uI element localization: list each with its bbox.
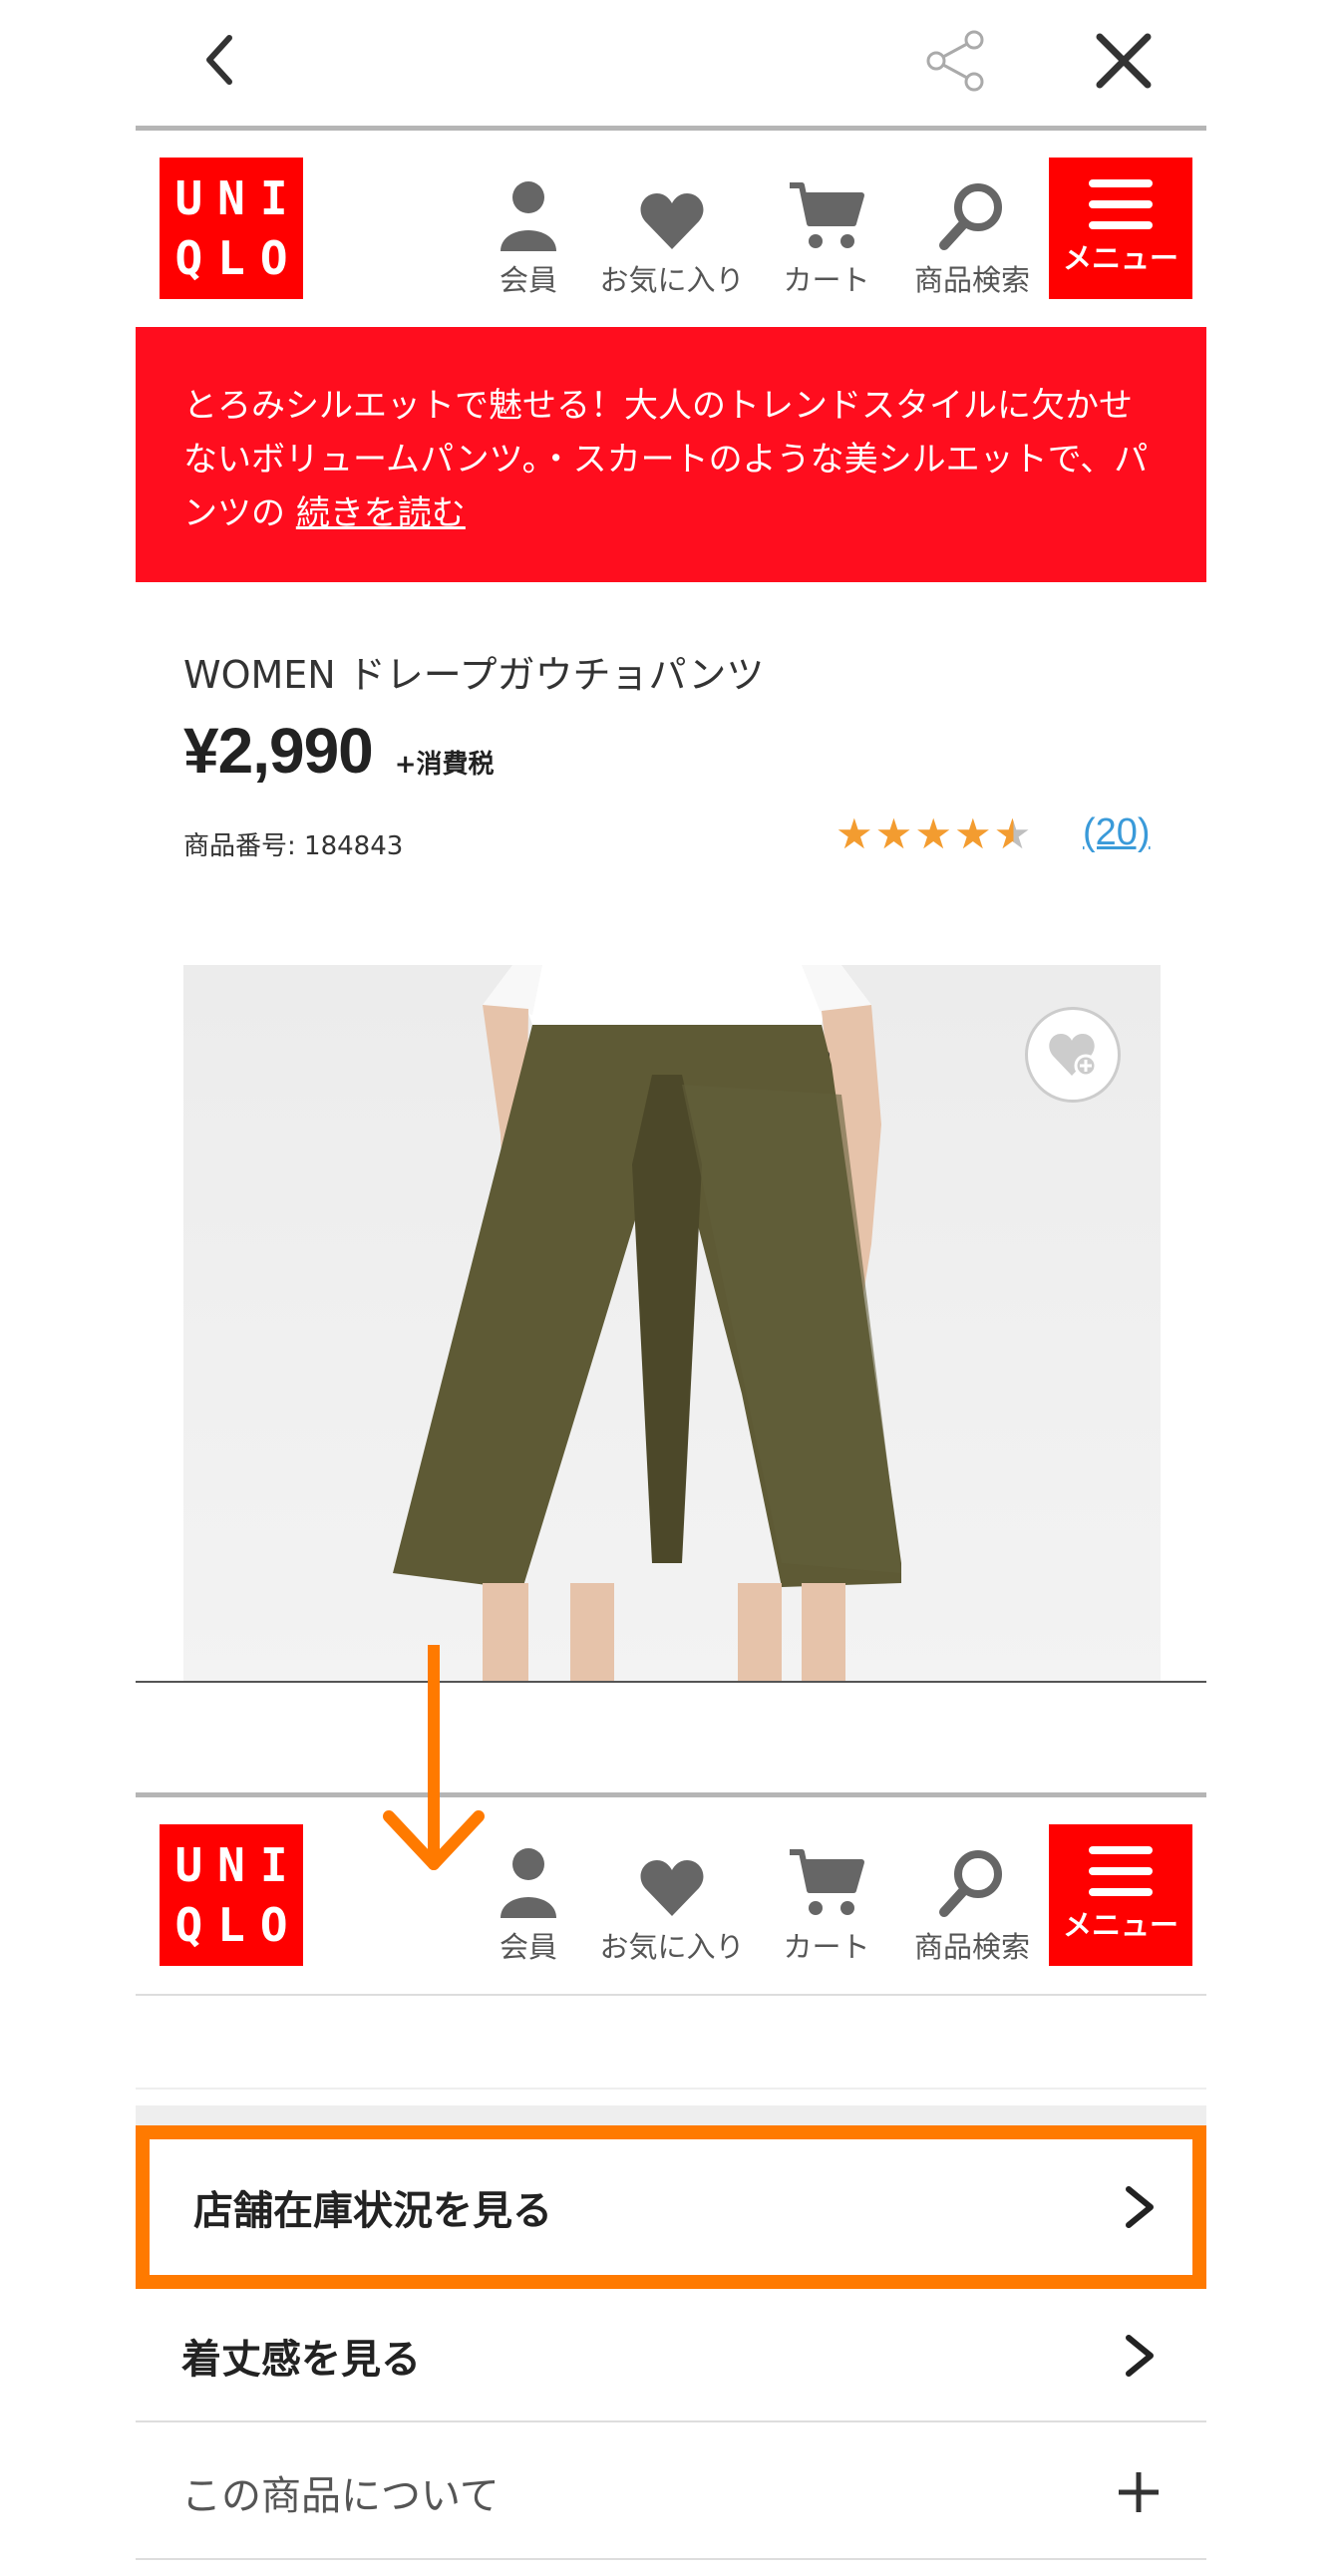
- section-gap: [136, 2105, 1206, 2125]
- logo-letter: Q: [174, 231, 203, 285]
- nav-search-label: 商品検索: [913, 263, 1030, 297]
- share-button[interactable]: [915, 24, 995, 98]
- tax-note: +消費税: [394, 750, 495, 780]
- search-icon: [939, 183, 1002, 250]
- nav-search[interactable]: 商品検索: [907, 169, 1037, 299]
- about-row[interactable]: この商品について: [136, 2422, 1206, 2562]
- nav-cart-label: カート: [783, 263, 870, 297]
- back-button[interactable]: [179, 20, 259, 100]
- about-label: この商品について: [181, 2473, 500, 2519]
- heart-plus-icon: [1049, 1034, 1098, 1078]
- chevron-right-icon: [1126, 2335, 1154, 2377]
- nav-cart-sticky[interactable]: カート: [772, 1836, 881, 1966]
- hamburger-icon: [1089, 179, 1153, 229]
- logo-letter: L: [217, 1898, 245, 1952]
- cart-icon: [790, 1849, 864, 1915]
- annotation-arrow-down-icon: [383, 1645, 485, 1870]
- nav-member-label: 会員: [499, 263, 557, 297]
- star-half-icon: ★: [993, 809, 1034, 858]
- uniqlo-logo[interactable]: U N I Q L O: [160, 158, 303, 299]
- store-stock-row[interactable]: 店舗在庫状況を見る: [136, 2125, 1206, 2289]
- nav-search-sticky[interactable]: 商品検索: [907, 1836, 1037, 1966]
- store-stock-label: 店舗在庫状況を見る: [193, 2188, 552, 2234]
- review-count-link[interactable]: (20): [1083, 811, 1192, 867]
- chevron-right-icon: [1126, 2186, 1154, 2228]
- close-button[interactable]: [1083, 22, 1165, 100]
- logo-letter: U: [174, 171, 203, 225]
- logo-letter: O: [259, 231, 288, 285]
- share-icon: [926, 30, 984, 92]
- heart-icon: [640, 193, 704, 249]
- divider: [136, 1994, 1206, 1996]
- product-title: WOMEN ドレープガウチョパンツ: [183, 653, 765, 697]
- search-icon: [939, 1850, 1002, 1917]
- logo-letter: U: [174, 1838, 203, 1892]
- logo-letter: Q: [174, 1898, 203, 1952]
- nav-member-label: 会員: [499, 1930, 557, 1964]
- product-image[interactable]: [183, 965, 1161, 1683]
- nav-favorites-sticky[interactable]: お気に入り: [592, 1836, 752, 1966]
- rating-stars: ★★★★★: [836, 809, 1075, 869]
- nav-search-label: 商品検索: [913, 1930, 1030, 1964]
- menu-label: メニュー: [1062, 1908, 1178, 1942]
- nav-member-sticky[interactable]: 会員: [489, 1836, 568, 1966]
- nav-favorites[interactable]: お気に入り: [592, 169, 752, 299]
- star-icon: ★: [953, 809, 994, 858]
- fit-row[interactable]: 着丈感を見る: [136, 2289, 1206, 2422]
- read-more-link[interactable]: 続きを読む: [296, 493, 466, 533]
- logo-letter: I: [259, 171, 288, 225]
- star-icon: ★: [836, 809, 875, 858]
- chevron-left-icon: [206, 35, 232, 85]
- logo-letter: N: [217, 1838, 245, 1892]
- nav-favorites-label: お気に入り: [599, 263, 745, 297]
- nav-cart[interactable]: カート: [772, 169, 881, 299]
- star-icon: ★: [914, 809, 954, 858]
- nav-favorites-label: お気に入り: [599, 1930, 745, 1964]
- header-divider: [136, 1792, 1206, 1797]
- logo-letter: L: [217, 231, 245, 285]
- product-photo: [393, 965, 901, 1683]
- divider: [136, 2088, 1206, 2090]
- product-code: 商品番号: 184843: [183, 831, 404, 861]
- fit-label: 着丈感を見る: [181, 2337, 421, 2383]
- divider: [136, 2558, 1206, 2560]
- close-icon: [1096, 33, 1152, 89]
- cart-icon: [790, 182, 864, 248]
- promo-banner: とろみシルエットで魅せる！大人のトレンドスタイルに欠かせないボリュームパンツ。・…: [136, 327, 1206, 582]
- heart-icon: [640, 1860, 704, 1916]
- product-price: ¥2,990: [183, 715, 374, 787]
- logo-letter: N: [217, 171, 245, 225]
- nav-member[interactable]: 会員: [489, 169, 568, 299]
- price-block: ¥2,990 +消費税: [183, 714, 881, 804]
- plus-icon: [1119, 2472, 1159, 2512]
- logo-letter: O: [259, 1898, 288, 1952]
- divider: [136, 1681, 1206, 1683]
- menu-label: メニュー: [1062, 241, 1178, 275]
- menu-button-sticky[interactable]: メニュー: [1049, 1824, 1192, 1966]
- hamburger-icon: [1089, 1846, 1153, 1896]
- logo-letter: I: [259, 1838, 288, 1892]
- add-favorite-button[interactable]: [1025, 1007, 1121, 1103]
- nav-cart-label: カート: [783, 1930, 870, 1964]
- star-icon: ★: [874, 809, 915, 858]
- user-icon: [501, 1848, 556, 1918]
- user-icon: [501, 181, 556, 251]
- menu-button[interactable]: メニュー: [1049, 158, 1192, 299]
- topbar-divider: [136, 126, 1206, 131]
- uniqlo-logo-sticky[interactable]: U N I Q L O: [160, 1824, 303, 1966]
